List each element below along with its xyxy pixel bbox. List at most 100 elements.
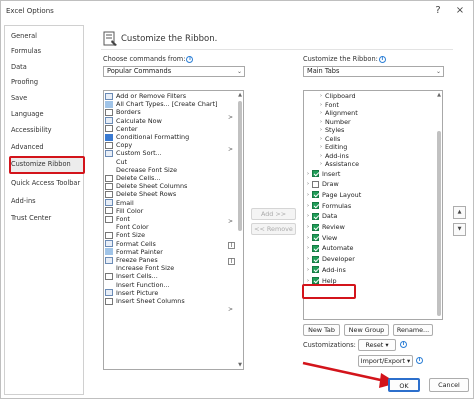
expand-icon[interactable]: › [305,202,311,210]
expand-icon[interactable]: › [305,191,311,199]
expand-icon[interactable]: › [305,266,311,274]
ribbon-group-item[interactable]: › Assistance [318,160,359,168]
ribbon-group-item[interactable]: › Clipboard [318,92,356,100]
command-list-item[interactable]: Increase Font Size [105,264,174,272]
command-list-item[interactable]: Insert Function... [105,281,170,289]
expand-icon[interactable]: › [305,223,311,231]
ribbon-group-item[interactable]: › Add-ins [318,152,349,160]
rename-button[interactable]: Rename... [393,324,433,336]
expand-icon[interactable]: › [318,92,324,100]
expand-icon[interactable]: › [318,135,324,143]
ribbon-tab-item[interactable]: › Formulas [305,202,351,210]
expand-icon[interactable]: › [305,170,311,178]
command-list-item[interactable]: Format Painter [105,248,163,256]
command-list-item[interactable]: Center [105,125,138,133]
command-list-item[interactable]: Font Size [105,231,145,239]
expand-icon[interactable]: › [318,118,324,126]
command-list-item[interactable]: Conditional Formatting [105,133,189,141]
expand-icon[interactable]: › [305,255,311,263]
command-list-item[interactable]: Add or Remove Filters [105,92,186,100]
command-list-item[interactable]: Insert Picture [105,289,158,297]
ribbon-tab-item[interactable]: › Add-ins [305,266,346,274]
new-tab-button[interactable]: New Tab [303,324,340,336]
ribbon-group-item[interactable]: › Cells [318,135,340,143]
sidebar-item[interactable]: General [11,32,37,40]
checkbox[interactable] [312,223,319,231]
scroll-down-icon[interactable]: ▼ [237,362,243,368]
checkbox[interactable] [312,255,319,263]
expand-icon[interactable]: › [318,143,324,151]
sidebar-item[interactable]: Proofing [11,78,38,86]
scroll-up-icon[interactable]: ▲ [237,92,243,98]
expand-icon[interactable]: › [318,109,324,117]
cancel-button[interactable]: Cancel [429,378,469,392]
sidebar-item[interactable]: Formulas [11,47,41,55]
commands-scrollbar[interactable]: ▲ ▼ [237,91,243,369]
ribbon-tab-item[interactable]: › Draw [305,180,339,188]
checkbox[interactable] [312,212,319,220]
expand-icon[interactable]: › [305,180,311,188]
checkbox[interactable] [312,266,319,274]
command-list-item[interactable]: Borders [105,108,141,116]
ribbon-scrollbar[interactable]: ▲ [436,91,442,319]
command-list-item[interactable]: Fill Color [105,207,143,215]
scroll-thumb[interactable] [238,101,242,231]
ribbon-tab-item[interactable]: › Insert [305,170,340,178]
expand-icon[interactable]: › [305,244,311,252]
expand-icon[interactable]: › [318,101,324,109]
expand-icon[interactable]: › [318,152,324,160]
sidebar-item[interactable]: Add-ins [11,197,36,205]
commands-list[interactable]: Add or Remove Filters All Chart Types... … [103,90,244,370]
expand-icon[interactable]: › [305,234,311,242]
ribbon-tab-item[interactable]: › View [305,234,337,242]
add-button[interactable]: Add >> [251,208,296,220]
command-list-item[interactable]: Email [105,199,134,207]
checkbox[interactable] [312,277,319,284]
expand-icon[interactable]: › [318,160,324,168]
command-list-item[interactable]: Calculate Now [105,117,162,125]
command-list-item[interactable]: Copy [105,141,132,149]
checkbox[interactable] [312,170,319,177]
close-button[interactable]: × [453,4,467,18]
sidebar-item[interactable]: Trust Center [11,214,51,222]
command-list-item[interactable]: Font [105,215,130,223]
sidebar-item[interactable]: Advanced [11,143,44,151]
scroll-thumb[interactable] [437,131,441,316]
scroll-up-icon[interactable]: ▲ [436,92,442,98]
command-list-item[interactable]: All Chart Types... [Create Chart] [105,100,218,108]
checkbox[interactable] [312,234,319,242]
move-down-button[interactable]: ▼ [453,223,466,236]
sidebar-item[interactable]: Customize Ribbon [11,160,71,168]
ribbon-group-item[interactable]: › Font [318,101,339,109]
command-list-item[interactable]: Decrease Font Size [105,166,177,174]
ribbon-tab-item[interactable]: › Review [305,223,345,231]
sidebar-item[interactable]: Language [11,110,44,118]
checkbox[interactable] [312,180,319,188]
reset-button[interactable]: Reset ▾ [358,339,396,351]
ok-button[interactable]: OK [388,378,420,392]
command-list-item[interactable]: Delete Sheet Columns [105,182,187,190]
command-list-item[interactable]: Freeze Panes [105,256,158,264]
sidebar-item[interactable]: Save [11,94,27,102]
command-list-item[interactable]: Cut [105,158,127,166]
expand-icon[interactable]: › [305,212,311,220]
command-list-item[interactable]: Delete Sheet Rows [105,190,176,198]
command-list-item[interactable]: Format Cells [105,240,156,248]
ribbon-tab-item[interactable]: › Data [305,212,337,220]
command-list-item[interactable]: Insert Sheet Columns [105,297,185,305]
ribbon-group-item[interactable]: › Alignment [318,109,358,117]
ribbon-tab-item[interactable]: › Automate [305,244,353,252]
command-list-item[interactable]: Font Color [105,223,149,231]
checkbox[interactable] [312,202,319,210]
move-up-button[interactable]: ▲ [453,206,466,219]
command-list-item[interactable]: Custom Sort... [105,149,162,157]
ribbon-tab-item[interactable]: › Developer [305,255,355,263]
command-list-item[interactable]: Insert Cells... [105,272,158,280]
sidebar-item[interactable]: Quick Access Toolbar [11,179,80,187]
sidebar-item[interactable]: Data [11,63,27,71]
remove-button[interactable]: << Remove [251,223,296,235]
ribbon-group-item[interactable]: › Styles [318,126,344,134]
command-list-item[interactable]: Delete Cells... [105,174,160,182]
new-group-button[interactable]: New Group [344,324,389,336]
expand-icon[interactable]: › [318,126,324,134]
